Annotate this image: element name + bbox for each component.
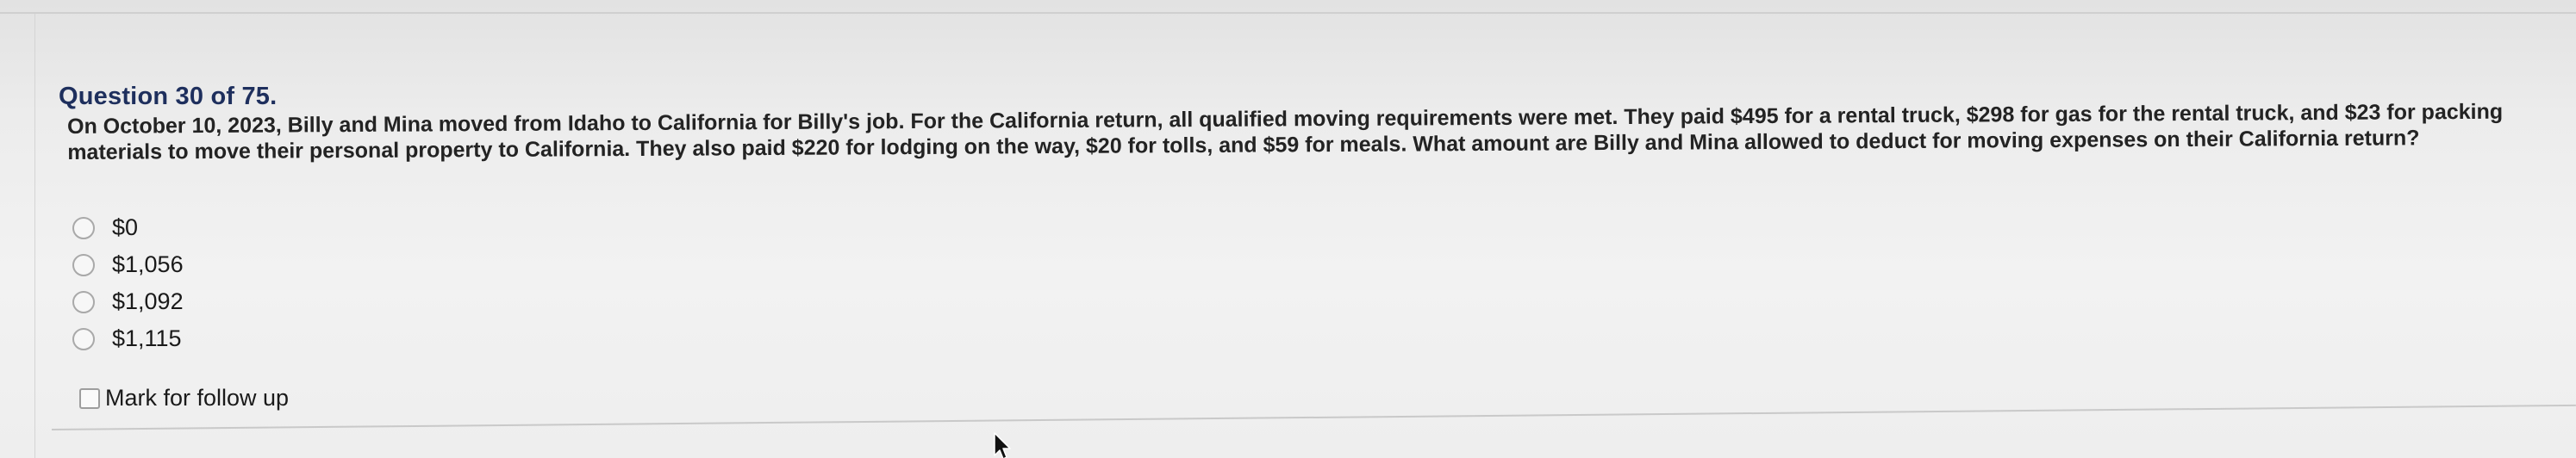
answer-option-label-3: $1,092	[112, 288, 184, 314]
radio-button-4[interactable]	[72, 327, 95, 350]
content-left-border	[34, 14, 35, 458]
top-divider	[0, 12, 2576, 14]
answer-option-label-1: $0	[112, 214, 139, 240]
question-text: On October 10, 2023, Billy and Mina move…	[67, 99, 2504, 164]
mouse-pointer-icon	[994, 432, 1011, 458]
question-title: Question 30 of 75.	[59, 83, 278, 110]
answer-option-4[interactable]: $1,115	[72, 320, 184, 357]
answer-option-3[interactable]: $1,092	[72, 283, 184, 320]
answer-options: $0 $1,056 $1,092 $1,115	[72, 209, 184, 357]
answer-option-label-4: $1,115	[112, 325, 182, 351]
follow-up-label: Mark for follow up	[105, 385, 290, 411]
answer-option-2[interactable]: $1,056	[72, 246, 184, 283]
radio-button-3[interactable]	[72, 290, 95, 313]
follow-up-checkbox[interactable]	[79, 387, 100, 409]
answer-option-label-2: $1,056	[112, 251, 184, 277]
quiz-screen: Question 30 of 75. On October 10, 2023, …	[0, 0, 2576, 458]
radio-button-2[interactable]	[72, 253, 95, 276]
radio-button-1[interactable]	[72, 216, 95, 239]
mark-for-follow-up[interactable]: Mark for follow up	[79, 385, 289, 412]
bottom-divider	[51, 404, 2576, 430]
answer-option-1[interactable]: $0	[72, 209, 184, 246]
